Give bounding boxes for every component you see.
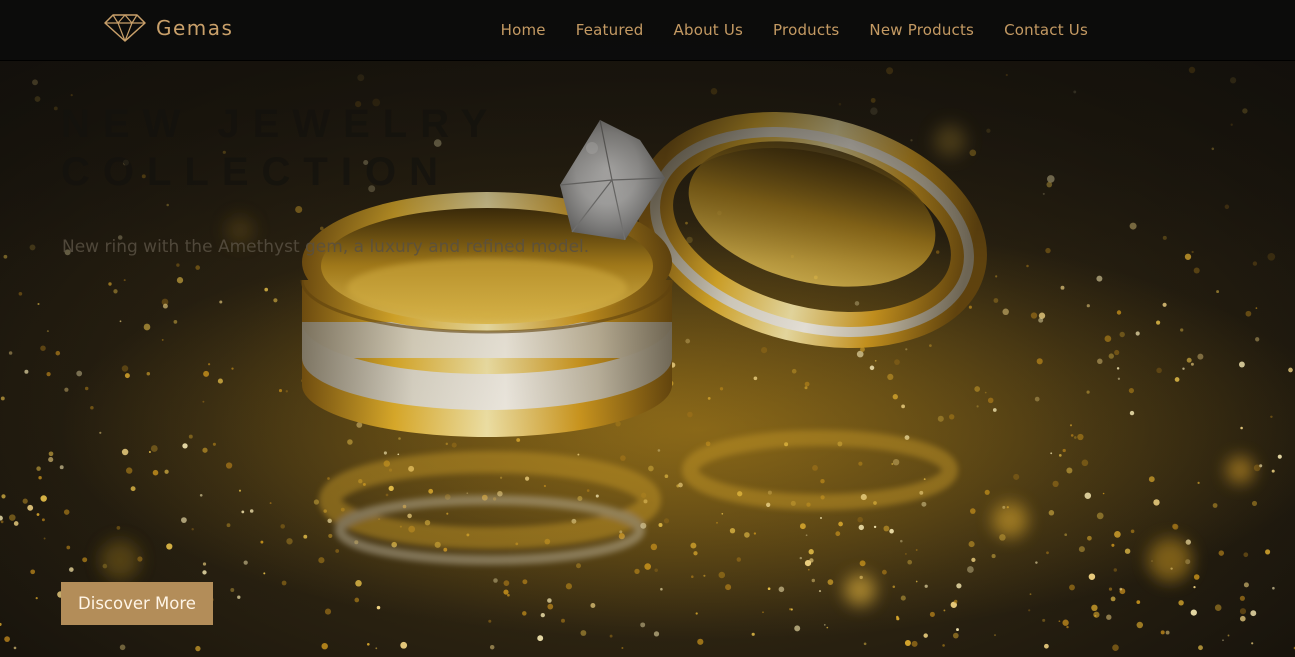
nav-link-products[interactable]: Products bbox=[773, 21, 839, 39]
nav-link-home[interactable]: Home bbox=[501, 21, 546, 39]
nav-link-contact-us[interactable]: Contact Us bbox=[1004, 21, 1088, 39]
brand-name: Gemas bbox=[156, 16, 234, 40]
top-navbar: Gemas Home Featured About Us Products Ne… bbox=[0, 0, 1295, 61]
nav-link-featured[interactable]: Featured bbox=[576, 21, 644, 39]
hero-title-line-1: New Jewelry bbox=[61, 102, 501, 146]
hero-title-line-2: Collection bbox=[61, 150, 451, 194]
hero-title: New Jewelry Collection bbox=[61, 100, 581, 196]
hero-subtitle: New ring with the Amethyst gem, a luxury… bbox=[62, 237, 590, 257]
discover-more-button[interactable]: Discover More bbox=[61, 582, 213, 625]
page: Gemas Home Featured About Us Products Ne… bbox=[0, 0, 1295, 657]
diamond-icon bbox=[104, 14, 146, 42]
nav-link-new-products[interactable]: New Products bbox=[869, 21, 974, 39]
hero-background-image bbox=[0, 0, 1295, 657]
brand-logo-link[interactable]: Gemas bbox=[103, 12, 233, 44]
nav-link-about-us[interactable]: About Us bbox=[674, 21, 744, 39]
nav-menu: Home Featured About Us Products New Prod… bbox=[471, 0, 1088, 61]
